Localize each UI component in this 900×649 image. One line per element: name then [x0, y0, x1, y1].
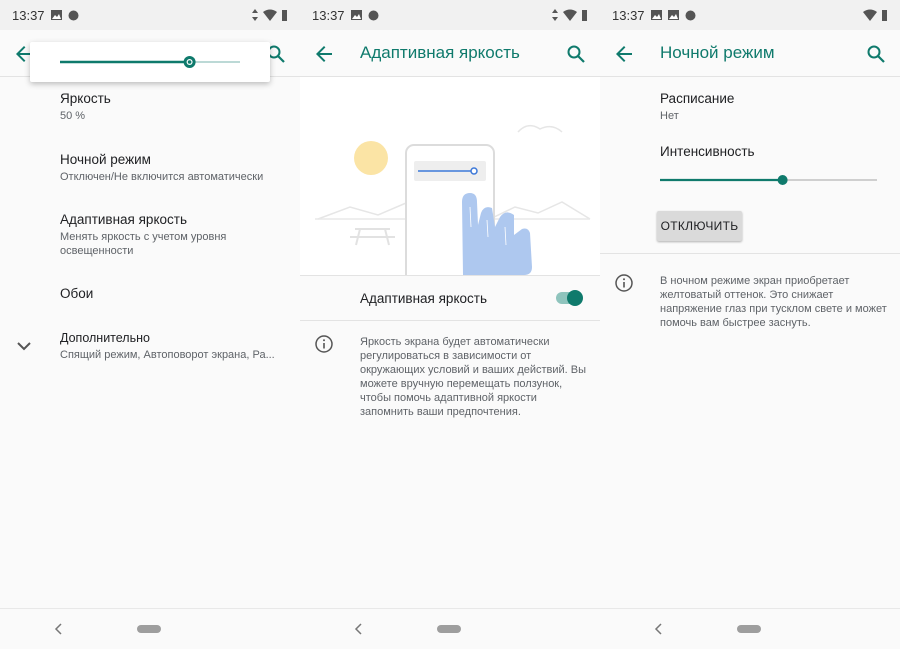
intensity-slider[interactable]: [655, 170, 885, 190]
divider: [600, 253, 900, 254]
notification-icons: [50, 9, 80, 21]
app-bar: Ночной режим: [600, 30, 900, 77]
night-mode-item[interactable]: Ночной режим Отключен/Не включится автом…: [60, 152, 294, 184]
advanced-title: Дополнительно: [60, 331, 150, 345]
wifi-icon: [263, 9, 277, 21]
back-arrow-icon[interactable]: [612, 42, 636, 66]
data-arrows-icon: [552, 9, 558, 21]
status-bar: 13:37: [300, 0, 600, 30]
status-time: 13:37: [312, 8, 345, 23]
navigation-bar: [0, 608, 300, 649]
brightness-popup: [30, 42, 270, 82]
screen-adaptive-brightness: 13:37 Адаптивная яркость Адаптивная ярко…: [300, 0, 600, 649]
schedule-value: Нет: [660, 110, 679, 122]
status-bar: 13:37: [600, 0, 900, 30]
gallery-notification-icon: [51, 10, 62, 20]
advanced-item[interactable]: Дополнительно Спящий режим, Автоповорот …: [60, 331, 294, 362]
turn-off-button[interactable]: ОТКЛЮЧИТЬ: [657, 211, 742, 241]
brightness-slider[interactable]: [30, 42, 270, 82]
advanced-summary: Спящий режим, Автоповорот экрана, Ра...: [60, 349, 275, 361]
app-bar: Адаптивная яркость: [300, 30, 600, 77]
nav-home-pill[interactable]: [737, 625, 761, 633]
intensity-title: Интенсивность: [660, 144, 755, 159]
brightness-thumb-icon[interactable]: [183, 56, 196, 68]
adaptive-brightness-item[interactable]: Адаптивная яркость Менять яркость с учет…: [60, 212, 294, 258]
nav-back-icon[interactable]: [354, 623, 364, 635]
screen-display-settings: 13:37 Яркость 50 % Ночной режим Отключен…: [0, 0, 300, 649]
battery-icon: [582, 10, 587, 21]
gallery-notification-icon: [351, 10, 362, 20]
night-mode-info-text: В ночном режиме экран приобретает желтов…: [660, 275, 887, 329]
data-arrows-icon: [252, 9, 258, 21]
brightness-value: 50 %: [60, 110, 86, 122]
status-time: 13:37: [12, 8, 45, 23]
android-icon: [68, 10, 79, 21]
intensity-thumb[interactable]: [777, 175, 788, 185]
search-icon[interactable]: [864, 42, 888, 66]
notification-icons: [650, 9, 697, 21]
search-icon[interactable]: [564, 42, 588, 66]
battery-icon: [882, 10, 887, 21]
nav-back-icon[interactable]: [654, 623, 664, 635]
wallpaper-item[interactable]: Обои: [60, 286, 294, 301]
info-icon: [615, 274, 633, 292]
back-arrow-icon[interactable]: [312, 42, 336, 66]
navigation-bar: [300, 608, 600, 649]
status-bar: 13:37: [0, 0, 300, 30]
brightness-title: Яркость: [60, 91, 111, 106]
intensity-item: Интенсивность: [660, 144, 894, 159]
adaptive-brightness-toggle[interactable]: [554, 288, 586, 308]
adaptive-brightness-title: Адаптивная яркость: [60, 212, 187, 227]
screen-night-mode: 13:37 Ночной режим Расписание Нет Интенс…: [600, 0, 900, 649]
page-title: Адаптивная яркость: [360, 43, 520, 62]
image-notification-icon: [651, 10, 662, 20]
adaptive-toggle-label: Адаптивная яркость: [360, 291, 487, 306]
adaptive-brightness-desc: Менять яркость с учетом уровня освещенно…: [60, 231, 227, 257]
chevron-down-icon[interactable]: [14, 336, 34, 356]
adaptive-info-text: Яркость экрана будет автоматически регул…: [360, 336, 587, 418]
system-icons: [251, 9, 288, 21]
android-icon: [685, 10, 696, 21]
status-time: 13:37: [612, 8, 645, 23]
wifi-icon: [563, 9, 577, 21]
nav-back-icon[interactable]: [54, 623, 64, 635]
nav-home-pill[interactable]: [437, 625, 461, 633]
schedule-item[interactable]: Расписание Нет: [660, 91, 894, 123]
android-icon: [368, 10, 379, 21]
nav-home-pill[interactable]: [137, 625, 161, 633]
night-mode-status: Отключен/Не включится автоматически: [60, 171, 264, 183]
night-mode-title: Ночной режим: [60, 152, 151, 167]
divider: [300, 275, 600, 276]
adaptive-brightness-illustration: [300, 77, 600, 275]
notification-icons: [350, 9, 380, 21]
divider: [300, 320, 600, 321]
system-icons: [551, 9, 588, 21]
schedule-title: Расписание: [660, 91, 735, 106]
brightness-item[interactable]: Яркость 50 %: [60, 91, 294, 123]
gallery-notification-icon: [668, 10, 679, 20]
info-icon: [315, 335, 333, 353]
wallpaper-title: Обои: [60, 286, 94, 301]
system-icons: [863, 9, 888, 21]
wifi-icon: [863, 9, 877, 21]
battery-icon: [282, 10, 287, 21]
navigation-bar: [600, 608, 900, 649]
page-title: Ночной режим: [660, 43, 775, 62]
